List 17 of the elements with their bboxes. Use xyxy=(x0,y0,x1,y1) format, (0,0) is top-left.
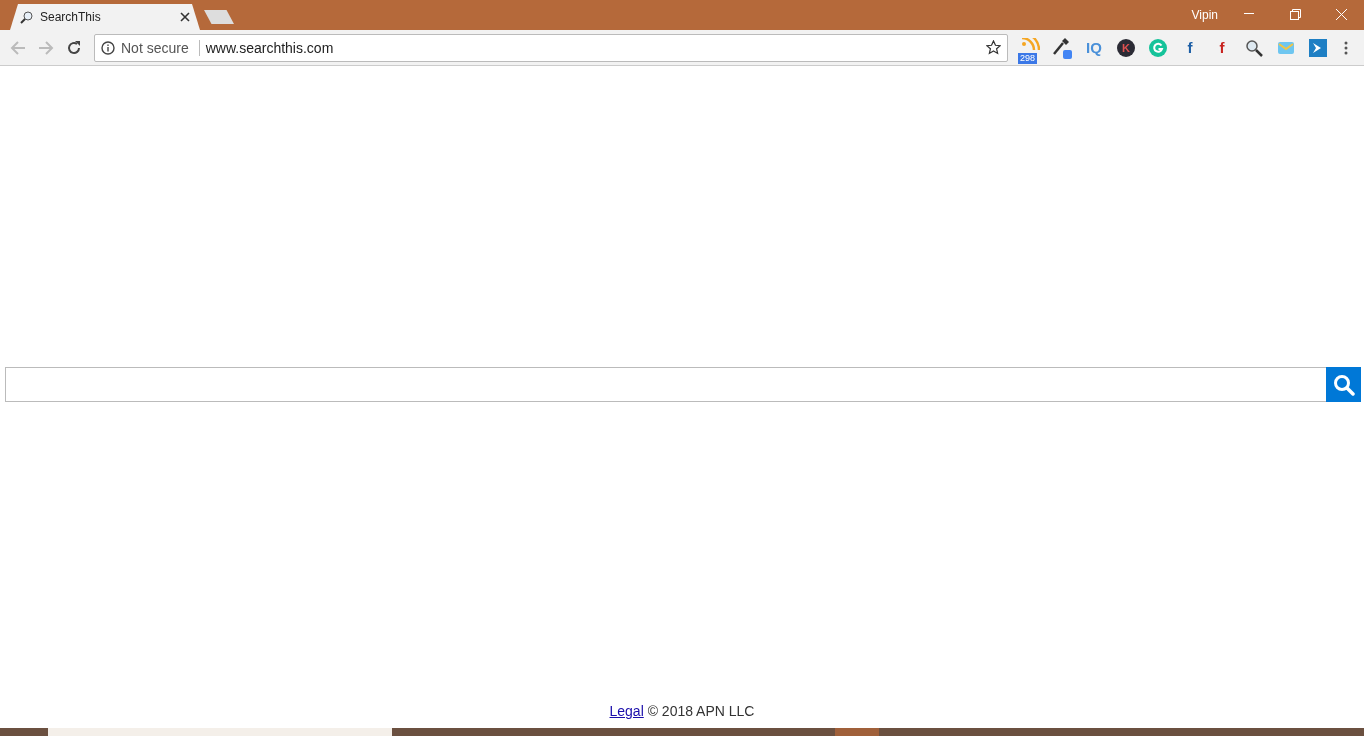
url-text: www.searchthis.com xyxy=(205,39,335,56)
address-bar[interactable]: Not secure www.searchthis.com xyxy=(94,33,1008,62)
tab-title: SearchThis xyxy=(40,10,102,24)
notification-count: 298 xyxy=(1018,52,1038,64)
copyright-text: © 2018 APN LLC xyxy=(647,703,755,719)
new-tab-button[interactable] xyxy=(204,10,234,24)
info-icon xyxy=(101,40,115,55)
search-icon xyxy=(1332,373,1355,396)
legal-link[interactable]: Legal xyxy=(609,703,644,719)
eyedropper-icon[interactable] xyxy=(1050,35,1074,60)
security-label: Not secure xyxy=(121,39,200,56)
search-field[interactable] xyxy=(5,367,1326,402)
profile-name[interactable]: Vipin xyxy=(1191,8,1218,22)
magnifier-favicon-icon xyxy=(20,10,34,24)
search-button[interactable] xyxy=(1326,367,1361,402)
bookmark-star-icon[interactable] xyxy=(986,40,1001,55)
browser-tab[interactable]: SearchThis xyxy=(10,4,200,30)
